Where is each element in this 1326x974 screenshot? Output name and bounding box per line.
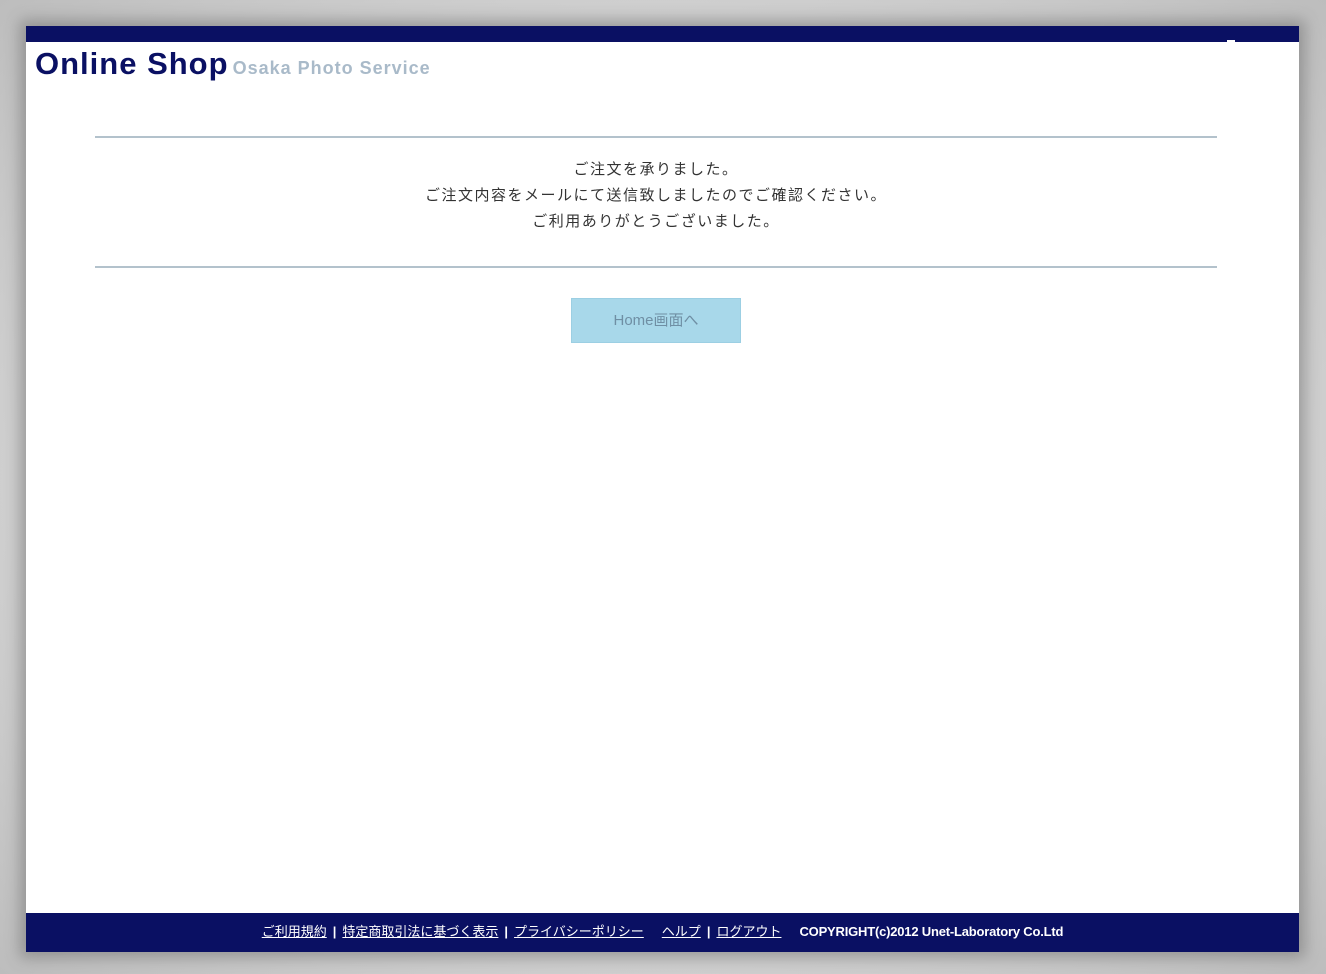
divider-top (95, 136, 1217, 138)
footer-link-logout[interactable]: ログアウト (716, 924, 781, 939)
top-bar (26, 26, 1299, 42)
message-line-2: ご注文内容をメールにて送信致しましたのでご確認ください。 (424, 186, 887, 204)
footer: ご利用規約 | 特定商取引法に基づく表示 | プライバシーポリシー ヘルプ | ログアウト CO… (26, 913, 1299, 952)
message-line-1: ご注文を承りました。 (573, 160, 739, 178)
message-line-3: ご利用ありがとうございました。 (532, 212, 780, 230)
top-bar-mark (1227, 40, 1235, 42)
site-title: Online Shop (35, 46, 229, 81)
footer-link-terms[interactable]: ご利用規約 (262, 924, 327, 939)
footer-separator: | (332, 924, 337, 939)
order-complete-message: ご注文を承りました。 ご注文内容をメールにて送信致しましたのでご確認ください。 … (95, 156, 1217, 234)
copyright: COPYRIGHT(c)2012 Unet-Laboratory Co.Ltd (799, 924, 1064, 939)
divider-bottom (95, 266, 1217, 268)
footer-separator: | (504, 924, 509, 939)
site-logo: Online Shop Osaka Photo Service (35, 46, 431, 82)
site-subtitle: Osaka Photo Service (232, 58, 431, 78)
home-button[interactable]: Home画面へ (571, 298, 741, 343)
footer-separator: | (706, 924, 711, 939)
browser-page: Online Shop Osaka Photo Service ご注文を承りました… (26, 26, 1299, 952)
footer-link-help[interactable]: ヘルプ (662, 924, 701, 939)
footer-link-commerce-law[interactable]: 特定商取引法に基づく表示 (342, 924, 498, 939)
footer-link-privacy[interactable]: プライバシーポリシー (514, 924, 644, 939)
